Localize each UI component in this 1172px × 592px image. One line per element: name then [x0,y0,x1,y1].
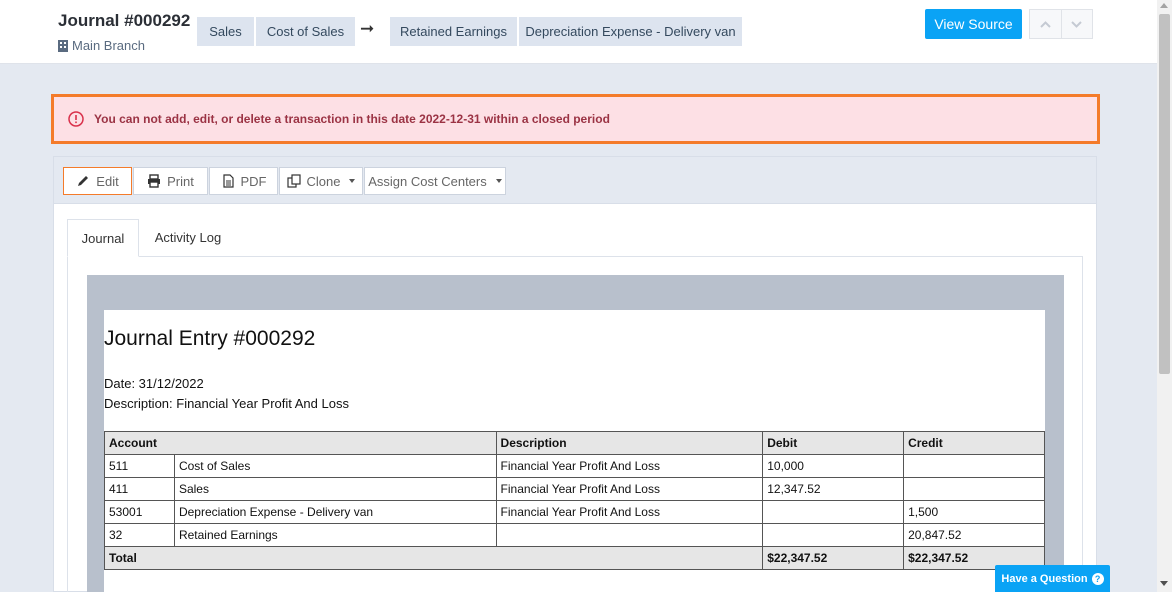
alert-circle-icon [68,111,84,127]
page-title: Journal #000292 [58,11,191,30]
branch-name: Main Branch [72,38,145,53]
journal-table: Account Description Debit Credit 511 Cos… [103,431,1045,570]
document-icon [222,174,234,188]
total-debit: $22,347.52 [762,546,905,570]
credit-amount: 20,847.52 [903,523,1045,547]
line-description: Financial Year Profit And Loss [495,454,764,478]
have-a-question-button[interactable]: Have a Question ? [995,565,1110,592]
line-description: Financial Year Profit And Loss [495,500,764,524]
total-label: Total [103,546,764,570]
pdf-label: PDF [240,173,267,189]
account-name: Cost of Sales [173,454,497,478]
debit-amount [762,523,905,547]
account-name: Depreciation Expense - Delivery van [173,500,497,524]
to-account-tag: Depreciation Expense - Delivery van [519,17,742,46]
caret-down-icon [495,179,502,183]
arrow-right-icon: ➞ [360,19,375,38]
column-header: Account [104,431,497,455]
table-row: 411 Sales Financial Year Profit And Loss… [104,477,1045,501]
account-code: 53001 [104,500,175,524]
branch-label[interactable]: Main Branch [58,38,145,53]
entry-description: Description: Financial Year Profit And L… [104,396,349,411]
building-icon [58,39,68,52]
debit-amount: 10,000 [762,454,905,478]
print-button[interactable]: Print [133,167,208,195]
page-header: Journal #000292 Main Branch Sales Cost o… [0,0,1157,64]
question-icon: ? [1091,572,1104,585]
account-name: Retained Earnings [173,523,497,547]
clone-dropdown-button[interactable]: Clone [279,167,363,195]
entry-title: Journal Entry #000292 [104,327,316,350]
edit-label: Edit [96,173,119,189]
account-name: Sales [173,477,497,501]
scroll-down-arrow[interactable] [1160,581,1168,586]
next-record-button[interactable] [1060,10,1093,38]
from-account-tag: Cost of Sales [256,17,355,46]
credit-amount [903,454,1045,478]
credit-amount: 1,500 [903,500,1045,524]
pencil-icon [78,176,89,186]
chevron-up-icon [1040,20,1051,28]
previous-record-button[interactable] [1030,10,1061,38]
record-nav [1029,9,1093,39]
closed-period-alert: You can not add, edit, or delete a trans… [51,94,1100,144]
line-description: Financial Year Profit And Loss [495,477,764,501]
table-header-row: Account Description Debit Credit [104,431,1045,455]
caret-down-icon [349,179,356,183]
to-account-tag: Retained Earnings [390,17,517,46]
tab-activity-log[interactable]: Activity Log [144,219,232,257]
print-label: Print [167,173,194,189]
credit-amount [903,477,1045,501]
line-description [495,523,764,547]
clone-icon [286,174,301,188]
printer-icon [148,174,161,188]
clone-label: Clone [306,173,341,189]
pdf-button[interactable]: PDF [209,167,278,195]
table-row: 32 Retained Earnings 20,847.52 [104,523,1045,547]
scroll-up-arrow[interactable] [1160,3,1168,8]
assign-cost-centers-label: Assign Cost Centers [368,173,487,189]
edit-button[interactable]: Edit [63,167,132,195]
scroll-thumb[interactable] [1159,14,1170,374]
column-header: Description [495,431,764,455]
column-header: Credit [903,431,1045,455]
account-code: 32 [104,523,175,547]
column-header: Debit [762,431,905,455]
tab-journal[interactable]: Journal [67,219,139,257]
debit-amount: 12,347.52 [762,477,905,501]
entry-date: Date: 31/12/2022 [104,376,204,391]
table-row: 53001 Depreciation Expense - Delivery va… [104,500,1045,524]
assign-cost-centers-button[interactable]: Assign Cost Centers [364,167,506,195]
account-code: 411 [104,477,175,501]
account-code: 511 [104,454,175,478]
alert-message: You can not add, edit, or delete a trans… [94,112,610,126]
table-total-row: Total $22,347.52 $22,347.52 [103,546,1045,570]
help-label: Have a Question [1001,572,1088,585]
table-row: 511 Cost of Sales Financial Year Profit … [104,454,1045,478]
chevron-down-icon [1071,20,1082,28]
from-account-tag: Sales [197,17,254,46]
debit-amount [762,500,905,524]
view-source-button[interactable]: View Source [925,9,1022,39]
action-toolbar: Edit Print PDF Clone Assign Cost Centers [54,157,1096,204]
